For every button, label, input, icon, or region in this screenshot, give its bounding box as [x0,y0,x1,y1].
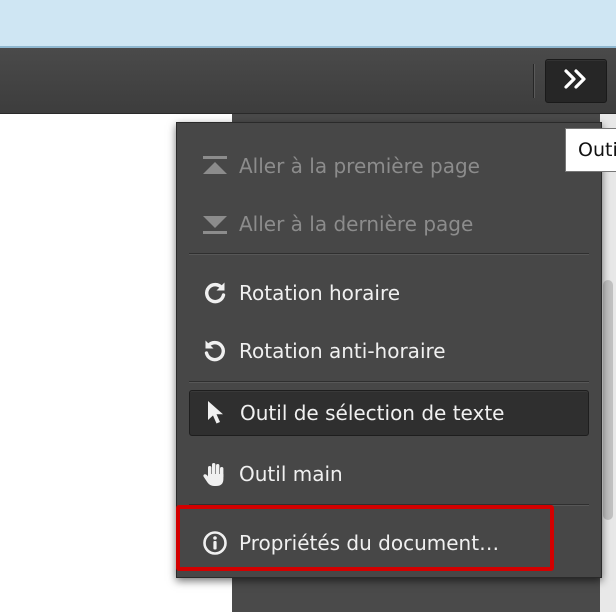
double-chevron-right-icon [562,68,590,94]
menu-separator [189,504,589,505]
menu-item-text-selection-tool[interactable]: Outil de sélection de texte [189,390,589,436]
tools-menu: Aller à la première page Aller à la dern… [176,122,602,578]
last-page-icon [201,210,229,238]
pdf-viewer-window: Outils Aller à la première page Aller à … [0,0,616,612]
viewer-toolbar [0,48,616,114]
menu-item-last-page[interactable]: Aller à la dernière page [189,201,589,247]
menu-item-hand-tool[interactable]: Outil main [189,451,589,497]
menu-item-first-page[interactable]: Aller à la première page [189,143,589,189]
menu-separator [189,253,589,254]
menu-item-document-properties[interactable]: Propriétés du document… [189,520,589,566]
first-page-icon [201,152,229,180]
window-frame [0,0,616,48]
tools-tooltip: Outils [565,128,616,172]
menu-item-label: Rotation anti-horaire [239,339,446,363]
scrollbar-thumb[interactable] [603,280,613,520]
menu-item-label: Aller à la dernière page [239,212,474,236]
menu-separator [189,381,589,382]
tooltip-text: Outils [578,139,616,161]
menu-item-rotate-counterclockwise[interactable]: Rotation anti-horaire [189,328,589,374]
menu-item-label: Outil de sélection de texte [240,401,505,425]
info-icon [201,529,229,557]
rotate-counterclockwise-icon [201,337,229,365]
menu-item-label: Propriétés du document… [239,531,500,555]
tools-button[interactable] [545,59,607,103]
menu-item-label: Aller à la première page [239,154,480,178]
cursor-arrow-icon [202,399,230,427]
toolbar-separator [533,64,534,98]
hand-icon [201,460,229,488]
menu-item-label: Rotation horaire [239,281,401,305]
menu-item-rotate-clockwise[interactable]: Rotation horaire [189,270,589,316]
menu-item-label: Outil main [239,462,343,486]
rotate-clockwise-icon [201,279,229,307]
